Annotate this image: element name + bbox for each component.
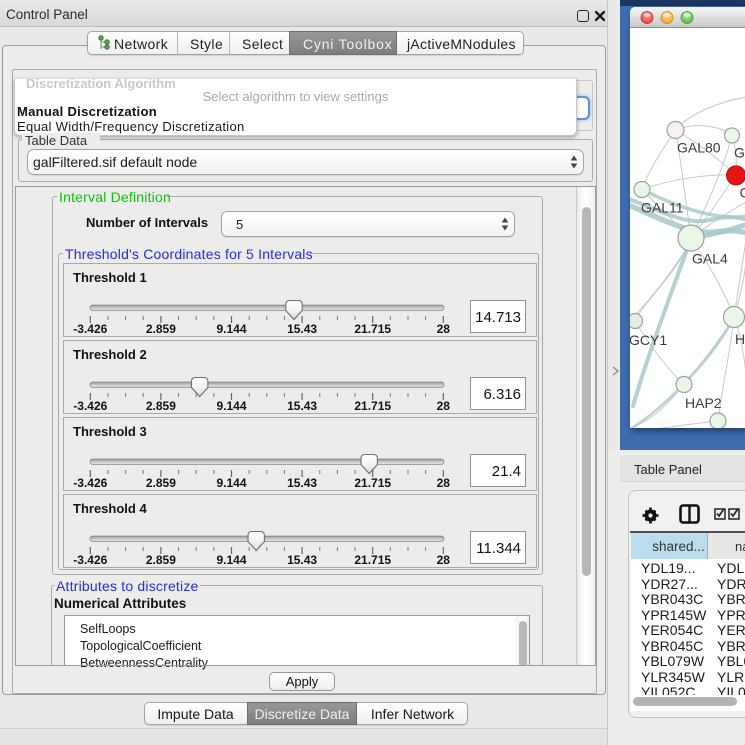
- svg-text:21.715: 21.715: [354, 553, 391, 567]
- svg-text:2.859: 2.859: [146, 399, 176, 413]
- svg-text:28: 28: [437, 476, 451, 490]
- svg-text:9.144: 9.144: [216, 553, 246, 567]
- svg-text:21.715: 21.715: [354, 399, 391, 413]
- svg-text:-3.426: -3.426: [73, 553, 107, 567]
- svg-text:-3.426: -3.426: [73, 322, 107, 336]
- svg-text:15.43: 15.43: [287, 553, 317, 567]
- svg-text:21.715: 21.715: [354, 476, 391, 490]
- svg-text:2.859: 2.859: [146, 322, 176, 336]
- svg-text:15.43: 15.43: [287, 322, 317, 336]
- svg-text:-3.426: -3.426: [73, 399, 107, 413]
- svg-text:9.144: 9.144: [216, 476, 246, 490]
- svg-text:15.43: 15.43: [287, 399, 317, 413]
- svg-text:GAL4: GAL4: [692, 251, 728, 267]
- svg-text:21.715: 21.715: [354, 322, 391, 336]
- svg-text:28: 28: [437, 553, 451, 567]
- svg-text:GAL11: GAL11: [641, 200, 684, 216]
- svg-text:28: 28: [437, 322, 451, 336]
- svg-text:HAP2: HAP2: [685, 395, 722, 411]
- svg-text:C: C: [740, 185, 745, 201]
- svg-text:GAL80: GAL80: [677, 140, 721, 156]
- svg-text:H: H: [735, 331, 745, 347]
- svg-text:2.859: 2.859: [146, 476, 176, 490]
- svg-text:9.144: 9.144: [216, 399, 246, 413]
- svg-text:15.43: 15.43: [287, 476, 317, 490]
- svg-text:28: 28: [437, 399, 451, 413]
- svg-text:9.144: 9.144: [216, 322, 246, 336]
- svg-text:GA: GA: [734, 145, 745, 161]
- svg-text:GCY1: GCY1: [630, 332, 667, 348]
- svg-text:2.859: 2.859: [146, 553, 176, 567]
- svg-text:-3.426: -3.426: [73, 476, 107, 490]
